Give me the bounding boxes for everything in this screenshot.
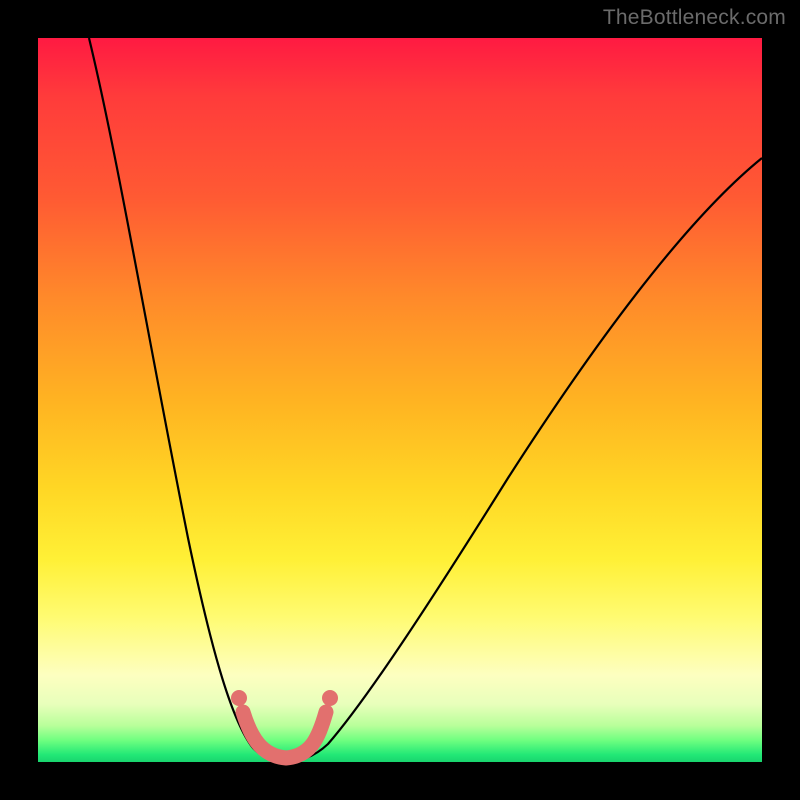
optimal-range-highlight xyxy=(243,712,326,758)
optimal-range-end-dot xyxy=(322,690,338,706)
optimal-range-start-dot xyxy=(231,690,247,706)
watermark-text: TheBottleneck.com xyxy=(603,6,786,30)
chart-frame: TheBottleneck.com xyxy=(0,0,800,800)
bottleneck-curve xyxy=(89,38,762,761)
chart-svg xyxy=(38,38,762,762)
